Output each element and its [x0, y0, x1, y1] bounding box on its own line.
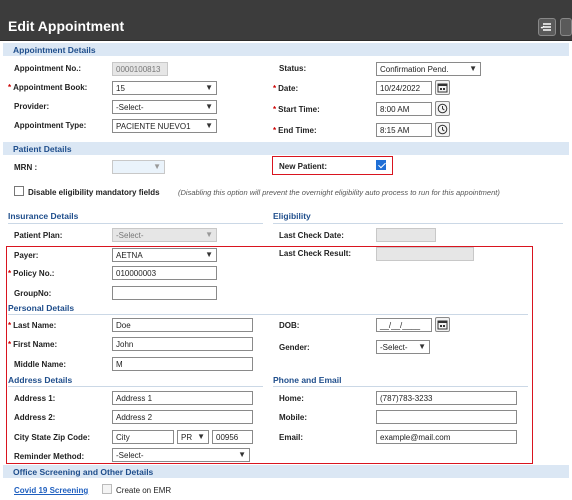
chevron-down-icon: ▼ — [153, 162, 161, 171]
chevron-down-icon: ▼ — [418, 342, 426, 351]
provider-label: Provider: — [14, 102, 50, 111]
reminder-method-label: Reminder Method: — [14, 452, 85, 461]
address2-input[interactable]: Address 2 — [112, 410, 253, 424]
options-icon[interactable] — [560, 18, 572, 36]
address-details-heading: Address Details — [8, 375, 73, 385]
chevron-down-icon: ▼ — [469, 64, 477, 73]
mrn-select[interactable]: ▼ — [112, 160, 165, 174]
chevron-down-icon: ▼ — [205, 230, 213, 239]
section-patient-details: Patient Details — [3, 142, 569, 155]
disable-eligibility-checkbox[interactable] — [14, 186, 24, 196]
group-no-input[interactable] — [112, 286, 217, 300]
window-title: Edit Appointment — [8, 18, 125, 34]
last-check-date-label: Last Check Date: — [279, 231, 344, 240]
mobile-phone-input[interactable] — [376, 410, 517, 424]
gender-label: Gender: — [279, 343, 310, 352]
divider — [8, 314, 528, 315]
city-input[interactable]: City — [112, 430, 174, 444]
chevron-down-icon: ▼ — [197, 432, 205, 441]
status-select[interactable]: Confirmation Pend. ▼ — [376, 62, 481, 76]
payer-select[interactable]: AETNA ▼ — [112, 248, 217, 262]
dob-label: DOB: — [279, 321, 300, 330]
clock-icon[interactable] — [435, 122, 450, 137]
title-bar: Edit Appointment — [0, 0, 572, 41]
appointment-no-label: Appointment No.: — [14, 64, 82, 73]
email-input[interactable]: example@mail.com — [376, 430, 517, 444]
chevron-down-icon: ▼ — [238, 450, 246, 459]
create-on-emr-label: Create on EMR — [116, 486, 172, 495]
end-time-input[interactable]: 8:15 AM — [376, 123, 432, 137]
mobile-phone-label: Mobile: — [279, 413, 307, 422]
appointment-book-label: * Appointment Book: — [8, 83, 88, 92]
appointment-no-field: 0000100813 — [112, 62, 168, 76]
city-state-zip-label: City State Zip Code: — [14, 433, 91, 442]
personal-details-heading: Personal Details — [8, 303, 75, 313]
new-patient-label: New Patient: — [279, 162, 328, 171]
middle-name-label: Middle Name: — [14, 360, 67, 369]
date-input[interactable]: 10/24/2022 — [376, 81, 432, 95]
patient-plan-label: Patient Plan: — [14, 231, 63, 240]
address1-input[interactable]: Address 1 — [112, 391, 253, 405]
date-label: * Date: — [273, 84, 299, 93]
section-appointment-details: Appointment Details — [3, 43, 569, 56]
appointment-book-select[interactable]: 15 ▼ — [112, 81, 217, 95]
reminder-method-select[interactable]: -Select- ▼ — [112, 448, 250, 462]
divider — [8, 386, 263, 387]
email-label: Email: — [279, 433, 304, 442]
home-phone-input[interactable]: (787)783-3233 — [376, 391, 517, 405]
patient-plan-select[interactable]: -Select- ▼ — [112, 228, 217, 242]
appointment-type-select[interactable]: PACIENTE NUEVO1 ▼ — [112, 119, 217, 133]
provider-select[interactable]: -Select- ▼ — [112, 100, 217, 114]
disable-eligibility-label: Disable eligibility mandatory fields — [28, 188, 160, 197]
first-name-input[interactable]: John — [112, 337, 253, 351]
chevron-down-icon: ▼ — [205, 102, 213, 111]
middle-name-input[interactable]: M — [112, 357, 253, 371]
address1-label: Address 1: — [14, 394, 56, 403]
end-time-label: * End Time: — [273, 126, 317, 135]
policy-no-input[interactable]: 010000003 — [112, 266, 217, 280]
insurance-details-heading: Insurance Details — [8, 211, 79, 221]
last-check-date-field — [376, 228, 436, 242]
last-name-input[interactable]: Doe — [112, 318, 253, 332]
divider — [273, 386, 528, 387]
calendar-icon[interactable] — [435, 317, 450, 332]
state-select[interactable]: PR ▼ — [177, 430, 209, 444]
calendar-icon[interactable] — [435, 80, 450, 95]
status-label: Status: — [279, 64, 307, 73]
last-name-label: * Last Name: — [8, 321, 57, 330]
start-time-input[interactable]: 8:00 AM — [376, 102, 432, 116]
new-patient-checkbox[interactable] — [376, 160, 386, 170]
policy-no-label: * Policy No.: — [8, 269, 55, 278]
appointment-type-label: Appointment Type: — [14, 121, 87, 130]
chevron-down-icon: ▼ — [205, 121, 213, 130]
chevron-down-icon: ▼ — [205, 83, 213, 92]
zip-input[interactable]: 00956 — [212, 430, 253, 444]
start-time-label: * Start Time: — [273, 105, 320, 114]
phone-email-heading: Phone and Email — [273, 375, 342, 385]
group-no-label: GroupNo: — [14, 289, 52, 298]
list-view-icon[interactable] — [538, 18, 556, 36]
first-name-label: * First Name: — [8, 340, 58, 349]
mrn-label: MRN : — [14, 163, 38, 172]
dob-input[interactable]: __/__/____ — [376, 318, 432, 332]
payer-label: Payer: — [14, 251, 39, 260]
covid-screening-link[interactable]: Covid 19 Screening — [14, 486, 88, 495]
last-check-result-field — [376, 247, 474, 261]
home-phone-label: Home: — [279, 394, 304, 403]
eligibility-heading: Eligibility — [273, 211, 311, 221]
address2-label: Address 2: — [14, 413, 56, 422]
clock-icon[interactable] — [435, 101, 450, 116]
gender-select[interactable]: -Select- ▼ — [376, 340, 430, 354]
disable-eligibility-note: (Disabling this option will prevent the … — [178, 188, 500, 197]
chevron-down-icon: ▼ — [205, 250, 213, 259]
divider — [273, 223, 563, 224]
divider — [8, 223, 263, 224]
section-office-screening: Office Screening and Other Details — [3, 465, 569, 478]
last-check-result-label: Last Check Result: — [279, 249, 352, 258]
create-on-emr-checkbox[interactable] — [102, 484, 112, 494]
